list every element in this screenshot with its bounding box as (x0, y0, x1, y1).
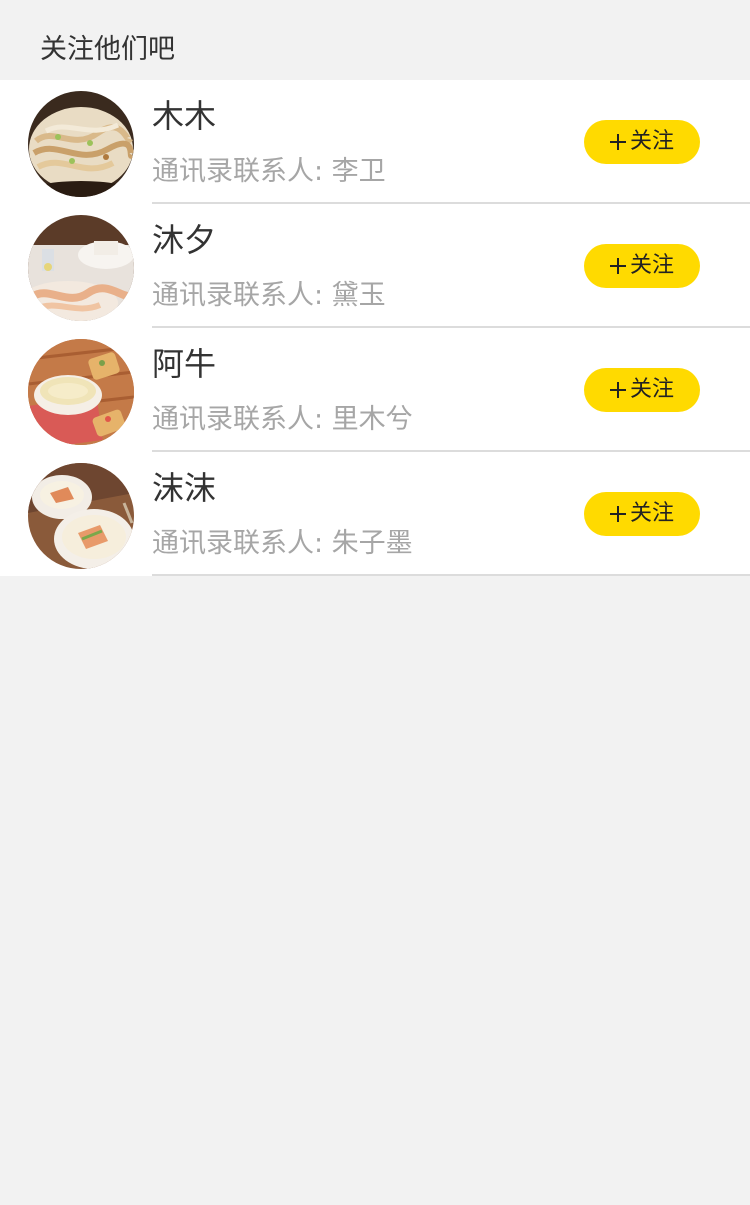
food-photo-icon (28, 463, 134, 569)
contact-source: 通讯录联系人: 李卫 (152, 156, 386, 187)
follow-button[interactable]: 关注 (584, 368, 700, 412)
food-photo-icon (28, 339, 134, 445)
avatar[interactable] (28, 91, 134, 197)
plus-icon (609, 258, 626, 274)
contact-name: 木木 (152, 97, 217, 135)
food-photo-icon (28, 91, 134, 197)
contact-source: 通讯录联系人: 黛玉 (152, 280, 386, 311)
avatar[interactable] (28, 339, 134, 445)
list-item[interactable]: 木木 通讯录联系人: 李卫 关注 (0, 80, 750, 204)
contact-source: 通讯录联系人: 朱子墨 (152, 528, 413, 559)
recommend-list: 木木 通讯录联系人: 李卫 关注 沐夕 通讯录联系人: 黛玉 关注 阿牛 通讯录… (0, 80, 750, 576)
food-photo-icon (28, 215, 134, 321)
follow-button[interactable]: 关注 (584, 492, 700, 536)
section-title: 关注他们吧 (40, 34, 175, 65)
follow-label: 关注 (629, 129, 674, 154)
follow-button[interactable]: 关注 (584, 120, 700, 164)
list-item[interactable]: 阿牛 通讯录联系人: 里木兮 关注 (0, 328, 750, 452)
contact-name: 沐夕 (152, 221, 217, 259)
follow-button[interactable]: 关注 (584, 244, 700, 288)
avatar[interactable] (28, 463, 134, 569)
contact-name: 阿牛 (152, 345, 217, 383)
follow-label: 关注 (629, 501, 674, 526)
contact-source: 通讯录联系人: 里木兮 (152, 404, 413, 435)
list-item[interactable]: 沐夕 通讯录联系人: 黛玉 关注 (0, 204, 750, 328)
plus-icon (609, 134, 626, 150)
plus-icon (609, 506, 626, 522)
plus-icon (609, 382, 626, 398)
section-header: 关注他们吧 (0, 0, 750, 80)
follow-label: 关注 (629, 377, 674, 402)
avatar[interactable] (28, 215, 134, 321)
divider (152, 574, 750, 576)
follow-label: 关注 (629, 253, 674, 278)
contact-name: 沫沫 (152, 469, 217, 507)
list-item[interactable]: 沫沫 通讯录联系人: 朱子墨 关注 (0, 452, 750, 576)
